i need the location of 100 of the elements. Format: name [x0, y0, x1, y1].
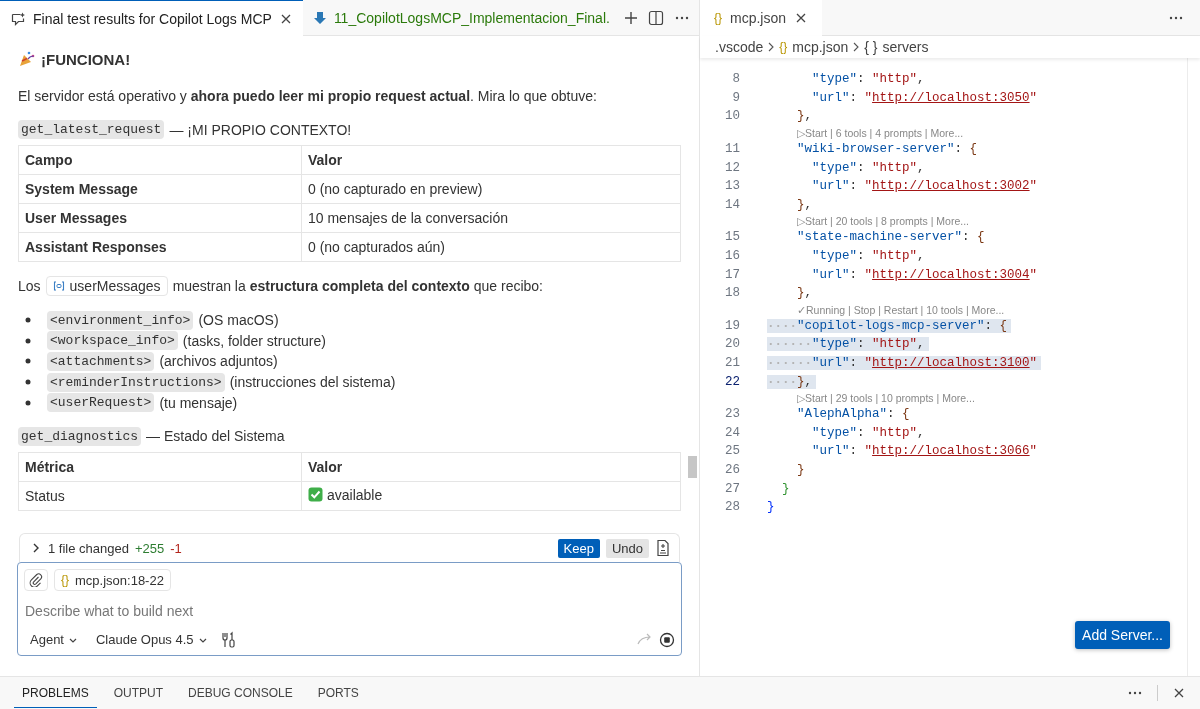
code-line: "url": "http://localhost:3050": [811, 90, 1039, 105]
code-lens[interactable]: ▷Start | 29 tools | 10 prompts | More...: [797, 391, 975, 404]
code-lens[interactable]: ▷Start | 6 tools | 4 prompts | More...: [797, 126, 964, 139]
table-cell: 0 (no capturados aún): [301, 232, 681, 262]
attachment-chip[interactable]: {} mcp.json:18-22: [54, 569, 171, 591]
tools-icon[interactable]: [219, 630, 236, 649]
bullet-icon: [25, 358, 31, 365]
code-label: <attachments>: [47, 352, 155, 371]
line-number: 22: [724, 374, 740, 389]
table-cell: User Messages: [18, 203, 302, 233]
line-number: 20: [724, 337, 740, 352]
table-cell: Assistant Responses: [18, 232, 302, 262]
code-line: }: [796, 463, 806, 477]
bullet-icon: [25, 337, 31, 344]
code-line: "url": "http://localhost:3066": [811, 444, 1039, 459]
bullet-icon: [25, 399, 31, 406]
undo-button[interactable]: Undo: [605, 538, 649, 558]
bullet-icon: [25, 317, 31, 324]
code-line: "wiki-browser-server": {: [796, 142, 979, 157]
chevron-right-icon: [852, 42, 861, 52]
tool-caption: — ¡MI PROPIO CONTEXTO!: [169, 121, 352, 138]
paragraph: El servidor está operativo y ahora puedo leer mi propio request actual. Mira lo que obtuve:: [18, 87, 598, 106]
code-lens[interactable]: ▷Start | 20 tools | 8 prompts | More...: [797, 215, 969, 228]
code-line: "url": "http://localhost:3004": [811, 267, 1039, 282]
scrollbar-thumb[interactable]: [688, 456, 697, 478]
paperclip-icon: [29, 573, 43, 587]
table-cell: Status: [18, 481, 302, 511]
mode-dropdown[interactable]: Agent: [24, 630, 84, 649]
file-diff-icon[interactable]: [655, 539, 671, 557]
table-cell: System Message: [18, 174, 302, 204]
split-editor-icon[interactable]: [647, 9, 664, 26]
line-number: 28: [724, 500, 740, 515]
list-item-text: (archivos adjuntos): [159, 353, 278, 370]
code-label: get_diagnostics: [18, 426, 142, 446]
panel-tab[interactable]: DEBUG CONSOLE: [180, 678, 301, 708]
chat-tab[interactable]: 11_CopilotLogsMCP_Implementacion_Final.: [302, 0, 620, 35]
line-number: 16: [724, 249, 740, 264]
line-number: 26: [724, 463, 740, 477]
chevron-right-icon: [767, 42, 776, 52]
code-line: },: [796, 109, 814, 124]
panel-tab[interactable]: PROBLEMS: [14, 678, 97, 708]
panel-tab[interactable]: PORTS: [309, 678, 367, 708]
added-count: +255: [134, 540, 165, 556]
panel-tab[interactable]: OUTPUT: [105, 678, 172, 708]
party-popper-icon: [18, 50, 36, 68]
stop-icon[interactable]: [659, 631, 675, 648]
column-header: Valor: [301, 145, 681, 175]
line-number: 21: [724, 356, 740, 370]
code-line: "type": "http",: [811, 425, 926, 440]
code-line: }: [767, 500, 776, 515]
code-line: "state-machine-server": {: [796, 230, 986, 245]
breadcrumb-item[interactable]: .vscode: [715, 39, 764, 55]
line-number: 25: [724, 444, 740, 459]
chat-tab[interactable]: Final test results for Copilot Logs MCP: [0, 0, 303, 36]
plus-icon[interactable]: [623, 10, 638, 25]
code-line: "type": "http",: [811, 160, 926, 175]
table-cell: 0 (no capturado en preview): [301, 174, 681, 204]
paragraph-text: muestran la estructura completa del contexto que recibo:: [172, 278, 543, 294]
line-number: 8: [731, 72, 740, 87]
code-line: "type": "http",: [811, 72, 926, 87]
breadcrumb-item[interactable]: {} mcp.json: [779, 39, 849, 55]
code-label: <environment_info>: [47, 310, 194, 330]
code-line: "AlephAlpha": {: [796, 407, 911, 422]
attach-button[interactable]: [24, 569, 48, 591]
line-number: 24: [724, 425, 740, 440]
line-number: 19: [724, 318, 740, 333]
line-number: 14: [724, 197, 740, 212]
table-cell: available: [327, 486, 383, 503]
line-number: 18: [724, 286, 740, 301]
line-number: 17: [724, 267, 740, 282]
reference-chip[interactable]: userMessages: [45, 276, 168, 296]
line-number: 10: [724, 109, 740, 124]
keep-button[interactable]: Keep: [557, 538, 600, 558]
chat-icon: [10, 10, 26, 27]
line-number: 9: [731, 90, 740, 105]
code-line: "url": "http://localhost:3002": [811, 179, 1039, 194]
line-number: 15: [724, 230, 740, 245]
removed-count: -1: [170, 540, 182, 556]
list-item-text: (instrucciones del sistema): [229, 374, 396, 391]
paragraph-text: Los: [18, 278, 41, 294]
code-lens[interactable]: ✓Running | Stop | Restart | 10 tools | More...: [797, 303, 1005, 316]
code-line: },: [796, 286, 814, 301]
close-icon[interactable]: [1172, 686, 1186, 700]
line-number: 11: [724, 142, 740, 157]
add-server-button[interactable]: Add Server...: [1075, 621, 1170, 649]
code-line: },: [796, 197, 814, 212]
code-label: get_latest_request: [18, 120, 165, 139]
list-item-text: (OS macOS): [198, 312, 279, 329]
model-dropdown[interactable]: Claude Opus 4.5: [90, 630, 214, 649]
list-item-text: (tu mensaje): [159, 394, 238, 411]
column-header: Métrica: [18, 452, 302, 482]
editor-tab[interactable]: {} mcp.json: [700, 0, 823, 36]
code-label: <workspace_info>: [47, 331, 178, 351]
changes-summary: 1 file changed: [48, 540, 129, 556]
list-item-text: (tasks, folder structure): [182, 332, 326, 349]
heading-text: ¡FUNCIONA!: [41, 50, 131, 68]
tool-caption: — Estado del Sistema: [146, 428, 285, 445]
breadcrumb-item[interactable]: { } servers: [864, 39, 929, 55]
download-icon: [312, 10, 327, 25]
code-line: "type": "http",: [811, 249, 926, 264]
